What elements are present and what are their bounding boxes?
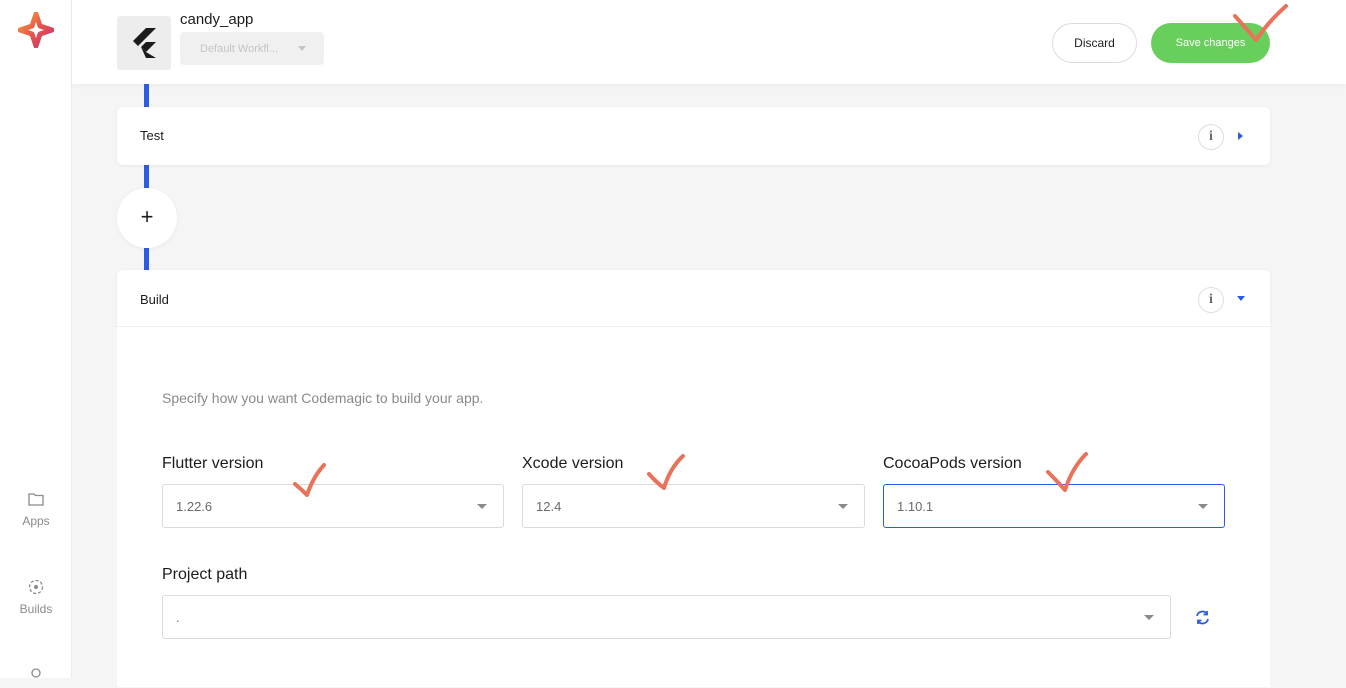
chevron-down-icon [1144,615,1154,620]
sidebar-item-apps[interactable]: Apps [0,490,72,528]
info-icon[interactable]: i [1198,287,1224,313]
section-title: Test [140,128,164,143]
divider [117,326,1270,327]
select-value: 12.4 [536,499,562,514]
chevron-down-icon [1198,504,1208,509]
select-value: 1.22.6 [176,499,213,514]
codemagic-logo[interactable] [17,11,55,49]
sidebar-item-builds[interactable]: Builds [0,578,72,616]
workflow-rail [144,248,149,270]
checkmark-annotation-icon [1233,4,1288,42]
checkmark-annotation-icon [647,454,685,490]
discard-button[interactable]: Discard [1052,23,1137,63]
workflow-rail [144,84,149,107]
flutter-version-label: Flutter version [162,455,264,472]
workflow-select[interactable]: Default Workfl... [180,32,324,65]
settings-icon [27,664,45,682]
checkmark-annotation-icon [1046,452,1088,492]
project-path-select[interactable]: . [162,595,1171,639]
sidebar: Apps Builds [0,0,72,678]
select-value: 1.10.1 [897,499,934,514]
chevron-down-icon [477,504,487,509]
top-bar: candy_app Default Workfl... Discard Save… [72,0,1346,84]
chevron-down-icon [838,504,848,509]
xcode-version-select[interactable]: 12.4 [522,484,865,528]
sidebar-item-settings[interactable] [0,664,72,688]
chevron-down-icon[interactable] [1237,296,1245,301]
flutter-app-icon [117,16,171,70]
flutter-version-select[interactable]: 1.22.6 [162,484,504,528]
xcode-version-label: Xcode version [522,455,624,472]
folder-icon [27,490,45,508]
test-section[interactable]: Test i [117,107,1270,165]
info-icon[interactable]: i [1198,124,1224,150]
select-value: . [176,610,180,625]
chevron-right-icon[interactable] [1238,132,1243,140]
sidebar-item-label: Builds [19,602,53,616]
chevron-down-icon [298,46,306,51]
app-name: candy_app [180,11,254,28]
checkmark-annotation-icon [293,463,326,497]
project-path-label: Project path [162,566,248,583]
build-description: Specify how you want Codemagic to build … [162,390,484,406]
add-step-button[interactable]: + [117,188,177,248]
workflow-rail [144,165,149,188]
sidebar-item-label: Apps [22,514,50,528]
workflow-select-value: Default Workfl... [200,43,279,55]
refresh-icon[interactable] [1194,609,1211,626]
build-section[interactable]: Build i [117,270,1270,327]
section-title: Build [140,292,169,307]
cocoapods-version-label: CocoaPods version [883,455,1022,472]
builds-icon [27,578,45,596]
